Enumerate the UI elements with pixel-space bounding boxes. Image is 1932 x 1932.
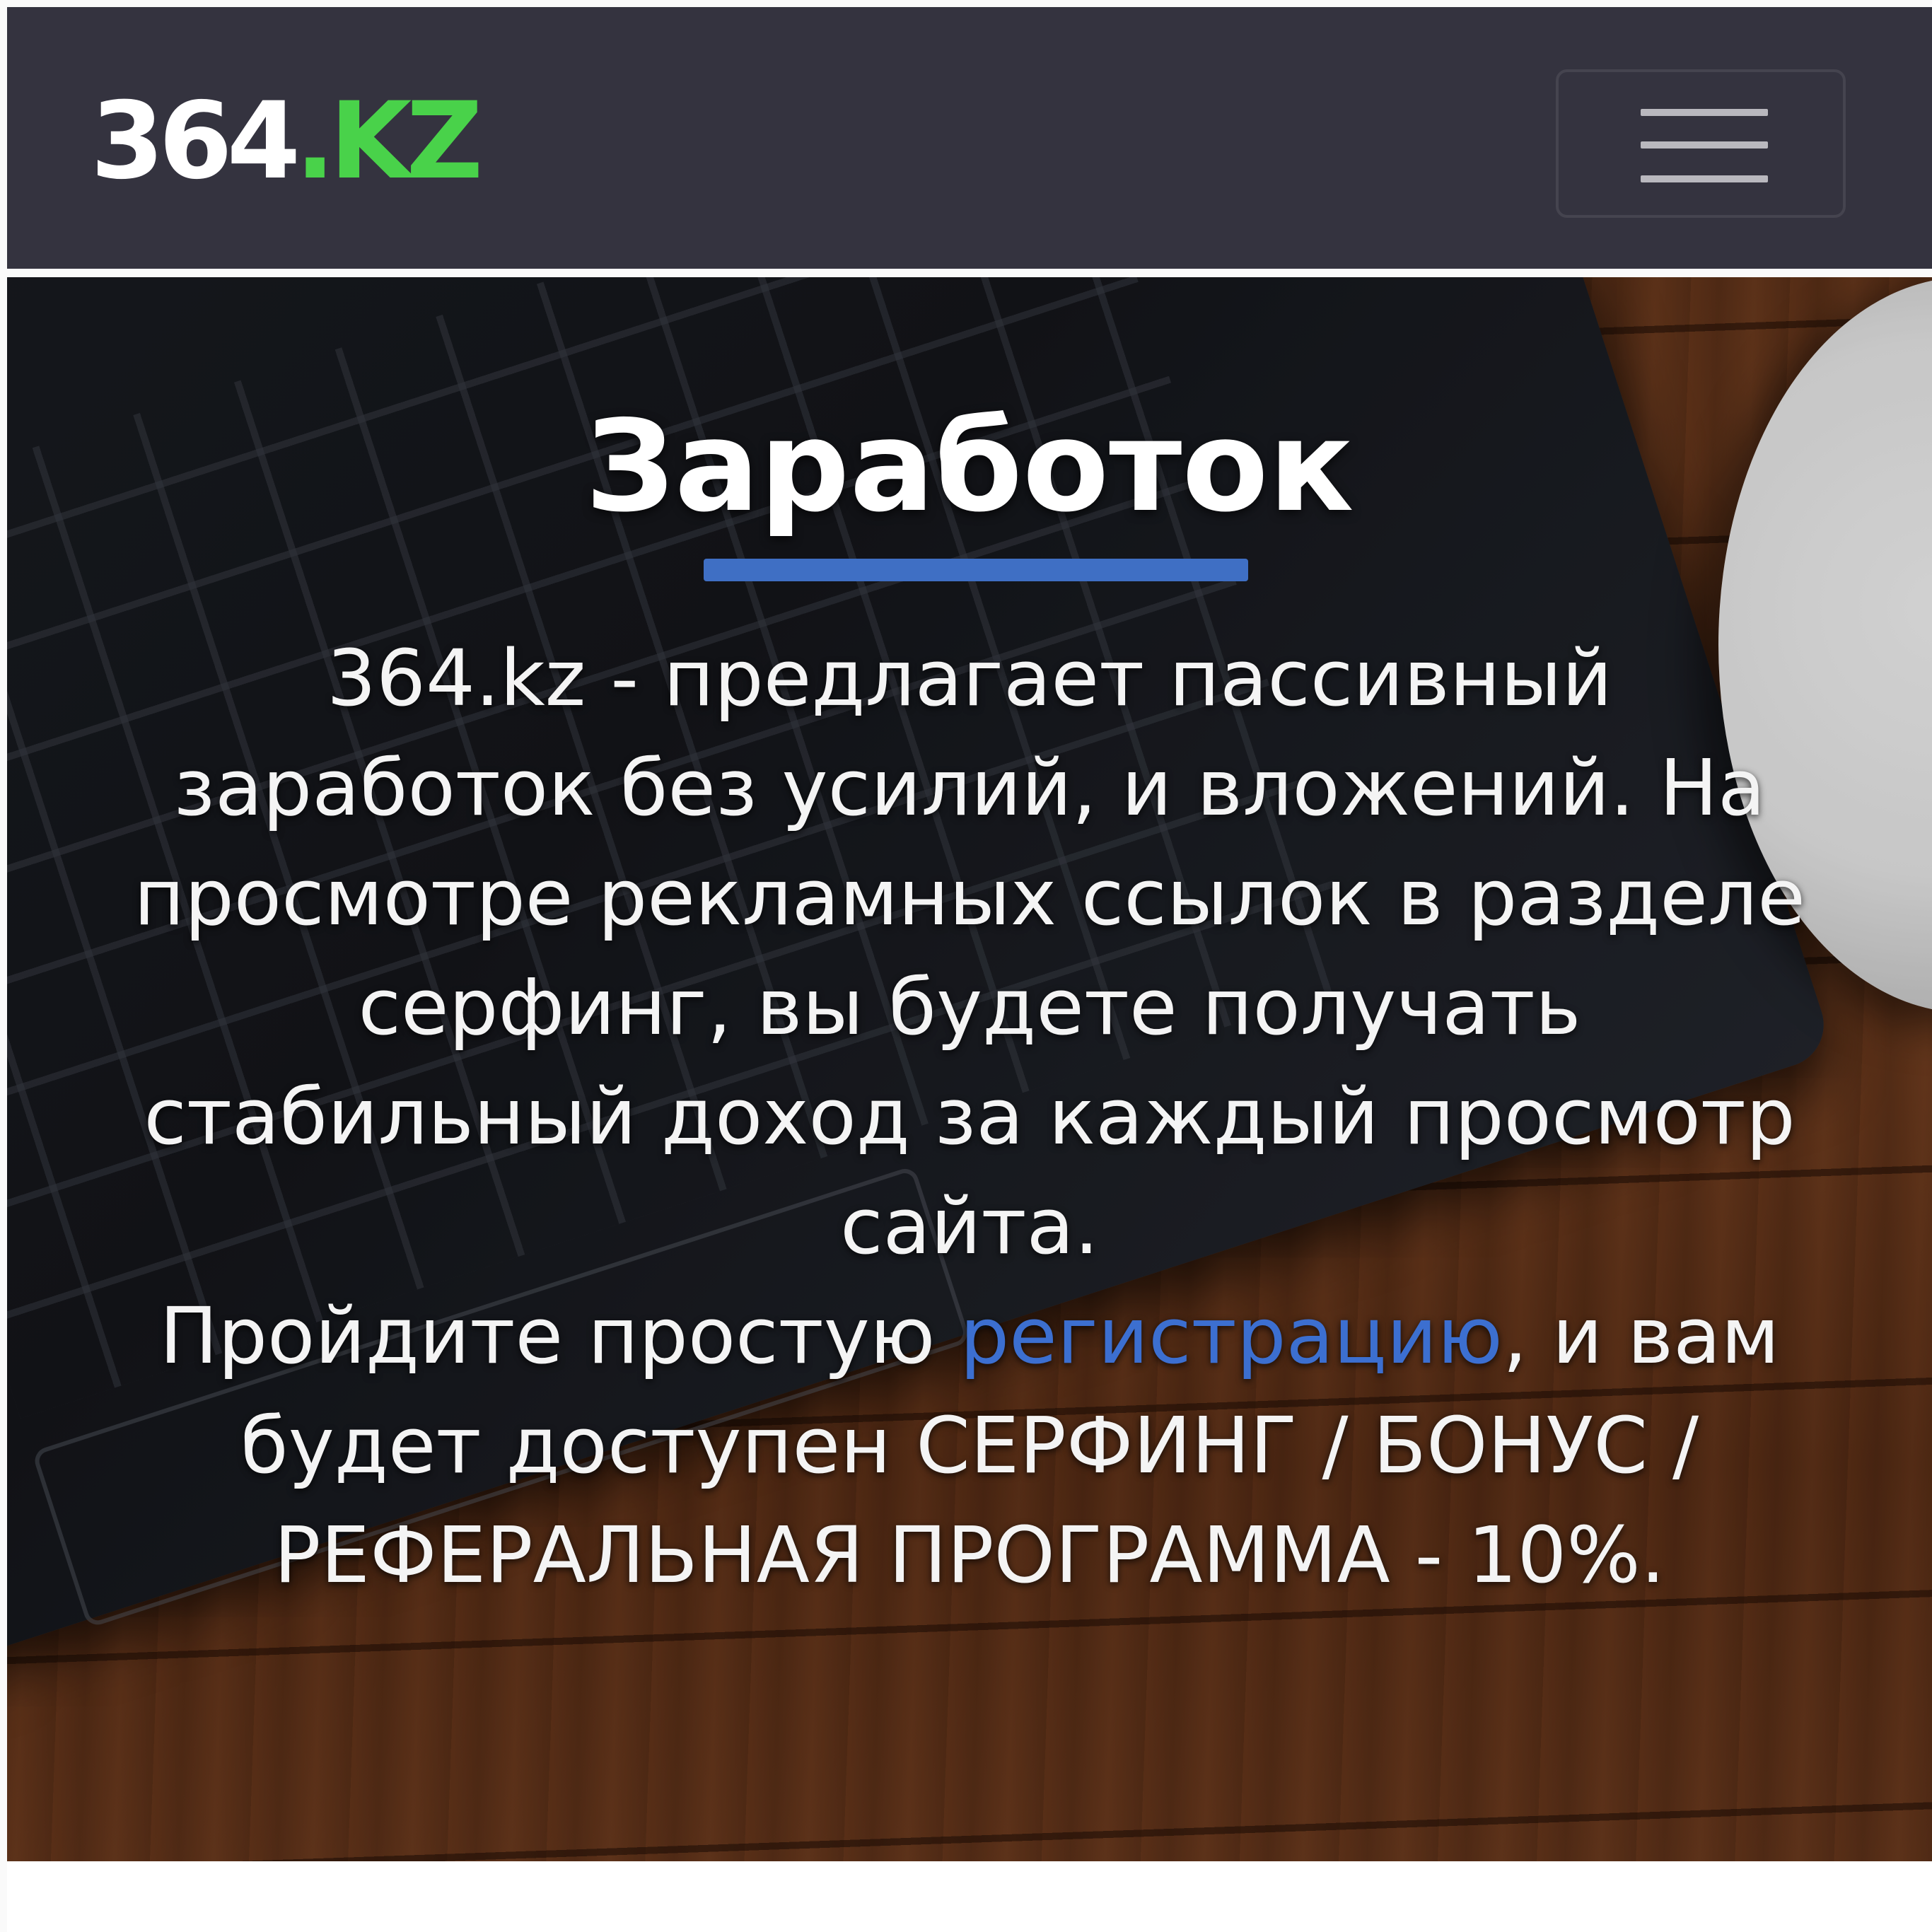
hero-title: Заработок	[585, 393, 1354, 540]
title-divider	[704, 559, 1248, 581]
cta-text-before: Пройдите простую	[159, 1291, 960, 1381]
hero-paragraph-cta: Пройдите простую регистрацию, и вам буде…	[113, 1281, 1826, 1610]
content-area	[7, 1861, 1932, 1932]
hero-description: 364.kz - предлагает пассивный заработок …	[113, 624, 1826, 1610]
menu-toggle-button[interactable]	[1556, 69, 1846, 218]
hero-section: Заработок 364.kz - предлагает пассивный …	[7, 277, 1932, 1861]
site-logo[interactable]: 364 .KZ	[91, 78, 483, 205]
page: 364 .KZ Заработок 364.kz - предлагает пас…	[0, 0, 1932, 1932]
logo-domain: .KZ	[295, 80, 483, 203]
logo-number: 364	[91, 80, 301, 203]
hero-content: Заработок 364.kz - предлагает пассивный …	[7, 277, 1932, 1861]
hero-paragraph-intro: 364.kz - предлагает пассивный заработок …	[134, 633, 1805, 1271]
navbar: 364 .KZ	[7, 7, 1932, 269]
hamburger-menu-icon	[1641, 109, 1768, 182]
registration-link[interactable]: регистрацию	[960, 1291, 1503, 1381]
